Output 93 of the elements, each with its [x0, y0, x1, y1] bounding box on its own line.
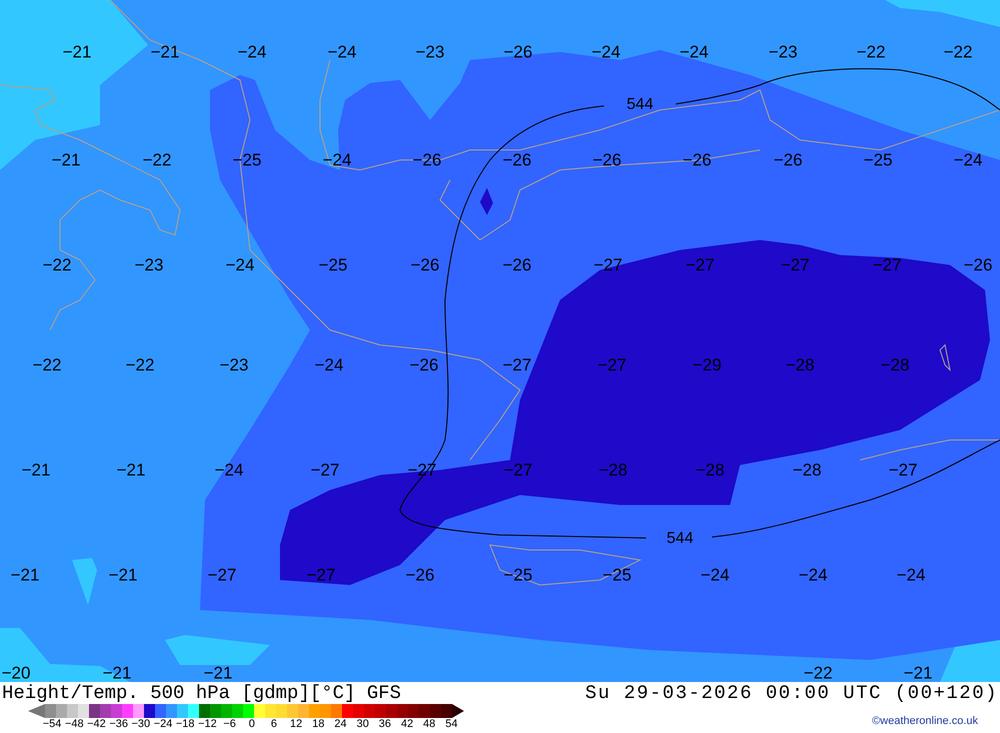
temperature-label: −24 — [700, 566, 730, 584]
temperature-label: −26 — [592, 152, 622, 168]
temperature-label: −25 — [864, 152, 892, 168]
temperature-label: −27 — [686, 256, 714, 274]
temperature-label: −26 — [964, 256, 992, 274]
temperature-label: −27 — [872, 256, 902, 274]
temperature-label: −26 — [682, 152, 712, 168]
temperature-label: −22 — [804, 664, 832, 682]
temperature-label: −27 — [504, 462, 532, 478]
temperature-label: −21 — [10, 566, 40, 584]
temperature-label: −21 — [108, 566, 138, 584]
legend-tick-label: −30 — [130, 718, 152, 731]
temperature-label: −28 — [880, 356, 910, 374]
temperature-label: −28 — [696, 462, 724, 478]
chart-title: Height/Temp. 500 hPa [gdmp][°C] GFS — [2, 684, 402, 702]
temperature-label: −26 — [406, 566, 434, 584]
contour-label: 544 — [626, 97, 654, 113]
legend-tick-label: −18 — [174, 718, 196, 731]
temperature-label: −21 — [904, 664, 932, 682]
temperature-label: −25 — [232, 152, 262, 168]
temperature-label: −25 — [504, 566, 532, 584]
copyright-credit: ©weatheronline.co.uk — [872, 716, 978, 727]
temperature-label: −21 — [116, 462, 146, 478]
legend-tick-label: 12 — [289, 718, 304, 731]
temperature-label: −28 — [792, 462, 822, 478]
temperature-label: −27 — [208, 566, 236, 584]
temperature-label: −27 — [306, 566, 336, 584]
temperature-label: −21 — [22, 462, 50, 478]
legend-tick-label: −24 — [152, 718, 174, 731]
legend-tick-label: 0 — [248, 718, 256, 731]
temperature-label: −27 — [502, 356, 532, 374]
legend-tick-label: 24 — [333, 718, 348, 731]
forecast-datetime: Su 29-03-2026 00:00 UTC (00+120) — [585, 684, 998, 702]
temperature-label: −26 — [502, 152, 532, 168]
temperature-label: −24 — [214, 462, 244, 478]
temperature-label: −26 — [502, 256, 532, 274]
temperature-label: −22 — [142, 152, 172, 168]
temperature-label: −27 — [310, 462, 340, 478]
temperature-label: −24 — [798, 566, 828, 584]
legend-tick-label: −6 — [222, 718, 237, 731]
temperature-label: −24 — [954, 152, 982, 168]
legend-tick-label: 18 — [311, 718, 326, 731]
legend-tick-label: −42 — [86, 718, 107, 731]
temperature-label: −27 — [598, 356, 626, 374]
legend-left-arrow-icon — [28, 704, 45, 718]
temperature-label: −27 — [780, 256, 810, 274]
temperature-label: −22 — [42, 256, 72, 274]
temperature-label: −21 — [52, 152, 80, 168]
temperature-label: −26 — [774, 152, 802, 168]
temperature-label: −23 — [134, 256, 164, 274]
legend-tick-label: 30 — [356, 718, 370, 731]
temperature-label: −24 — [328, 44, 356, 60]
temperature-label: −25 — [602, 566, 632, 584]
temperature-label: −22 — [32, 356, 62, 374]
temperature-label: −21 — [150, 44, 180, 60]
legend-right-arrow-icon — [452, 704, 464, 718]
legend-tick-label: −12 — [197, 718, 218, 731]
temperature-label: −26 — [412, 152, 442, 168]
temperature-label: −24 — [226, 256, 254, 274]
temperature-label: −27 — [888, 462, 918, 478]
temperature-label: −28 — [598, 462, 628, 478]
legend-tick-label: 6 — [270, 718, 278, 731]
legend-tick-label: −36 — [108, 718, 129, 731]
temperature-label: −28 — [786, 356, 814, 374]
legend-tick-label: 54 — [444, 718, 459, 731]
temperature-label: −24 — [896, 566, 926, 584]
temperature-label: −29 — [692, 356, 722, 374]
temperature-label: −25 — [318, 256, 348, 274]
contour-label: 544 — [666, 531, 694, 547]
temperature-label: −21 — [102, 664, 132, 682]
legend-tick-label: −54 — [42, 718, 62, 731]
temperature-label: −27 — [594, 256, 622, 274]
temperature-label: −22 — [944, 44, 972, 60]
legend-tick-label: 42 — [400, 718, 414, 731]
temperature-label: −20 — [2, 664, 30, 682]
legend-tick-label: −48 — [64, 718, 85, 731]
temperature-label: −24 — [680, 44, 708, 60]
temperature-label: −24 — [314, 356, 344, 374]
temperature-label: −24 — [592, 44, 620, 60]
temperature-label: −23 — [220, 356, 248, 374]
temperature-label: −24 — [322, 152, 352, 168]
temperature-label: −22 — [126, 356, 154, 374]
temperature-label: −26 — [410, 356, 438, 374]
temperature-label: −23 — [768, 44, 798, 60]
temperature-label: −24 — [238, 44, 266, 60]
temperature-label: −26 — [410, 256, 440, 274]
temperature-label: −23 — [416, 44, 444, 60]
temperature-label: −22 — [856, 44, 886, 60]
legend-tick-label: 48 — [422, 718, 436, 731]
temperature-label: −21 — [204, 664, 232, 682]
legend-tick-label: 36 — [378, 718, 392, 731]
temperature-label: −21 — [62, 44, 92, 60]
temperature-label: −26 — [504, 44, 532, 60]
